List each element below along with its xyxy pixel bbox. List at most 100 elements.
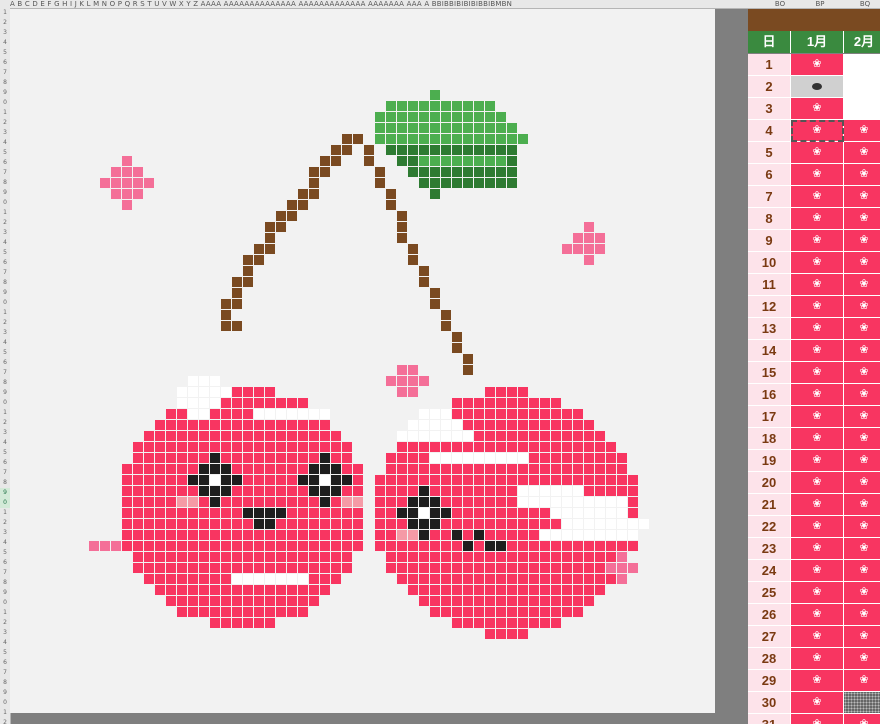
row-number[interactable]: 7	[0, 68, 10, 78]
day-number[interactable]: 21	[748, 494, 791, 516]
day-number[interactable]: 9	[748, 230, 791, 252]
jan-cell[interactable]: ❀	[791, 340, 844, 362]
day-number[interactable]: 23	[748, 538, 791, 560]
jan-cell[interactable]: ❀	[791, 384, 844, 406]
feb-cell[interactable]: ❀	[844, 274, 880, 296]
row-number[interactable]: 1	[0, 308, 10, 318]
day-number[interactable]: 24	[748, 560, 791, 582]
row-number[interactable]: 3	[0, 128, 10, 138]
row-number[interactable]: 4	[0, 238, 10, 248]
day-header[interactable]: 日	[748, 31, 791, 53]
row-number[interactable]: 4	[0, 438, 10, 448]
jan-cell[interactable]: ❀	[791, 516, 844, 538]
day-number[interactable]: 28	[748, 648, 791, 670]
column-header-bp[interactable]: BP	[800, 0, 840, 8]
jan-cell[interactable]: ❀	[791, 54, 844, 76]
day-number[interactable]: 15	[748, 362, 791, 384]
jan-cell[interactable]: ❀	[791, 450, 844, 472]
day-number[interactable]: 14	[748, 340, 791, 362]
row-number[interactable]: 1	[0, 8, 10, 18]
row-number[interactable]: 9	[0, 288, 10, 298]
row-number[interactable]: 7	[0, 568, 10, 578]
feb-cell[interactable]: ❀	[844, 582, 880, 604]
row-number[interactable]: 0	[0, 598, 10, 608]
jan-cell[interactable]: ❀	[791, 274, 844, 296]
feb-cell[interactable]: ❀	[844, 142, 880, 164]
day-number[interactable]: 11	[748, 274, 791, 296]
pixel-art-canvas[interactable]	[10, 9, 715, 713]
row-number[interactable]: 5	[0, 248, 10, 258]
feb-cell[interactable]: ❀	[844, 428, 880, 450]
feb-cell[interactable]: ❀	[844, 340, 880, 362]
feb-cell[interactable]: ❀	[844, 384, 880, 406]
day-number[interactable]: 25	[748, 582, 791, 604]
feb-cell[interactable]	[844, 54, 880, 76]
row-number[interactable]: 8	[0, 678, 10, 688]
month2-header[interactable]: 2月	[844, 31, 880, 53]
row-number[interactable]: 1	[0, 208, 10, 218]
feb-cell[interactable]: ❀	[844, 714, 880, 724]
day-number[interactable]: 31	[748, 714, 791, 724]
row-number[interactable]: 2	[0, 418, 10, 428]
day-number[interactable]: 4	[748, 120, 791, 142]
row-number[interactable]: 4	[0, 538, 10, 548]
row-number[interactable]: 8	[0, 578, 10, 588]
day-number[interactable]: 7	[748, 186, 791, 208]
row-number[interactable]: 2	[0, 518, 10, 528]
day-number[interactable]: 27	[748, 626, 791, 648]
jan-cell[interactable]: ❀	[791, 362, 844, 384]
feb-cell[interactable]: ❀	[844, 120, 880, 142]
jan-cell[interactable]: ❀	[791, 230, 844, 252]
row-number[interactable]: 7	[0, 468, 10, 478]
feb-cell[interactable]: ❀	[844, 406, 880, 428]
jan-cell[interactable]: ❀	[791, 142, 844, 164]
day-number[interactable]: 18	[748, 428, 791, 450]
row-number[interactable]: 6	[0, 658, 10, 668]
row-number[interactable]: 3	[0, 528, 10, 538]
jan-cell[interactable]: ❀	[791, 208, 844, 230]
row-number[interactable]: 2	[0, 318, 10, 328]
jan-cell[interactable]: ❀	[791, 560, 844, 582]
row-number[interactable]: 3	[0, 428, 10, 438]
day-number[interactable]: 2	[748, 76, 791, 98]
row-number[interactable]: 9	[0, 588, 10, 598]
feb-cell[interactable]	[844, 98, 880, 120]
row-number[interactable]: 6	[0, 158, 10, 168]
row-number[interactable]: 2	[0, 118, 10, 128]
jan-cell[interactable]: ❀	[791, 186, 844, 208]
row-number[interactable]: 2	[0, 718, 10, 724]
jan-cell[interactable]: ❀	[791, 538, 844, 560]
row-number[interactable]: 6	[0, 558, 10, 568]
jan-cell[interactable]: ❀	[791, 406, 844, 428]
row-number[interactable]: 5	[0, 48, 10, 58]
day-number[interactable]: 10	[748, 252, 791, 274]
row-number[interactable]: 0	[0, 98, 10, 108]
feb-cell[interactable]	[844, 76, 880, 98]
feb-cell[interactable]: ❀	[844, 538, 880, 560]
row-number[interactable]: 8	[0, 178, 10, 188]
day-number[interactable]: 20	[748, 472, 791, 494]
feb-cell[interactable]: ❀	[844, 604, 880, 626]
row-number[interactable]: 0	[0, 698, 10, 708]
jan-cell[interactable]: ❀	[791, 714, 844, 724]
row-number[interactable]: 9	[0, 488, 10, 498]
row-number[interactable]: 3	[0, 228, 10, 238]
row-number[interactable]: 9	[0, 88, 10, 98]
row-number[interactable]: 6	[0, 258, 10, 268]
feb-cell[interactable]: ❀	[844, 472, 880, 494]
jan-cell[interactable]: ❀	[791, 582, 844, 604]
column-header-bq[interactable]: BQ	[845, 0, 880, 8]
column-letters[interactable]: A B C D E F G H I J K L M N O P Q R S T …	[10, 0, 512, 8]
row-number[interactable]: 6	[0, 58, 10, 68]
feb-cell[interactable]: ❀	[844, 516, 880, 538]
day-number[interactable]: 26	[748, 604, 791, 626]
feb-cell[interactable]: ❀	[844, 252, 880, 274]
row-number[interactable]: 6	[0, 358, 10, 368]
jan-cell[interactable]: ❀	[791, 318, 844, 340]
row-number[interactable]: 7	[0, 168, 10, 178]
jan-cell[interactable]: ❀	[791, 604, 844, 626]
feb-cell[interactable]: ❀	[844, 186, 880, 208]
row-number[interactable]: 5	[0, 548, 10, 558]
row-number[interactable]: 2	[0, 18, 10, 28]
feb-cell[interactable]: ❀	[844, 450, 880, 472]
